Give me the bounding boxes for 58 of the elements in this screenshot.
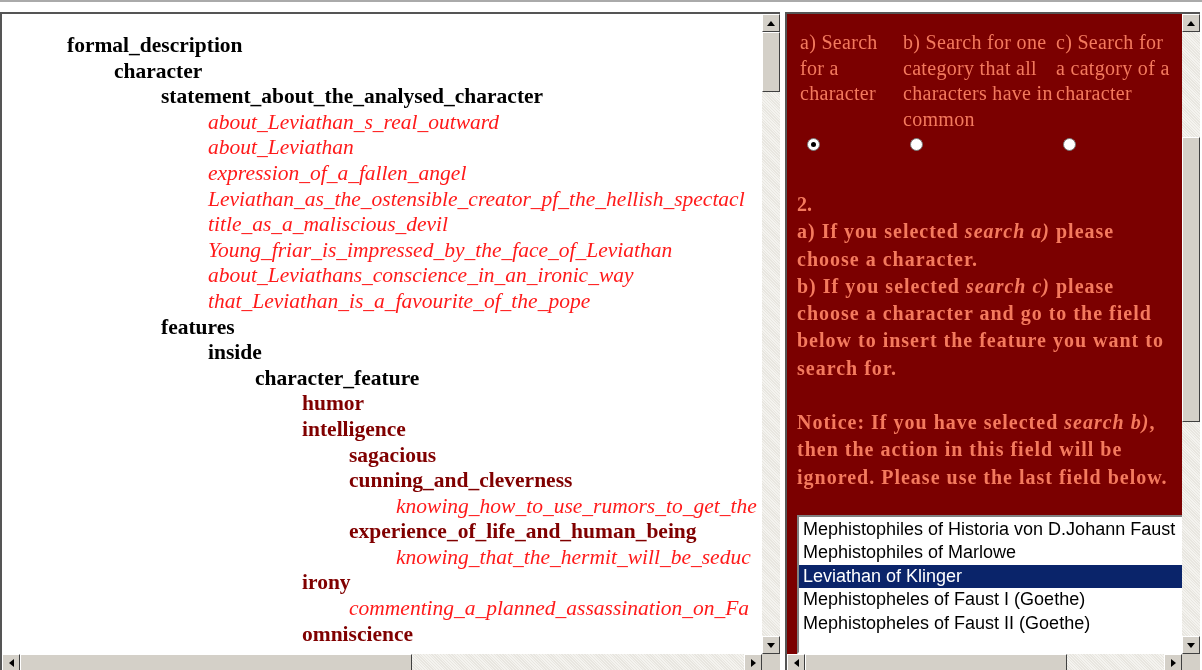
scroll-up-icon[interactable]: [767, 20, 775, 26]
tree-statement: commenting_a_planned_assassination_on_Fa: [349, 596, 750, 621]
scroll-left-icon[interactable]: [8, 659, 14, 667]
tree-category: irony: [302, 570, 351, 595]
scroll-up-icon[interactable]: [1187, 20, 1195, 26]
instruction-text: b) If you selected search c) please choose a character and go to the field below to insert the feature you want to search for.: [797, 273, 1165, 381]
tree-heading: statement_about_the_analysed_character: [161, 84, 544, 109]
tree-statement: that_Leviathan_is_a_favourite_of_the_pope: [208, 288, 591, 313]
tree-statement: about_Leviathans_conscience_in_an_ironic_way: [208, 263, 634, 288]
tree-category: intelligence: [302, 416, 406, 441]
scrollbar-corner: [1182, 654, 1200, 670]
radio-button[interactable]: [1063, 138, 1076, 151]
tree-statement: title_as_a_maliscious_devil: [208, 212, 449, 237]
option-label: c) Search for a catgory of a character: [1056, 30, 1171, 106]
tree-statement: knowing_that_the_hermit_will_be_seduc: [396, 544, 751, 569]
radio-button[interactable]: [807, 138, 820, 151]
scroll-thumb[interactable]: [20, 654, 412, 670]
tree-category: humor: [302, 391, 365, 416]
step-number: 2.: [797, 192, 813, 217]
scrollbar-corner: [762, 654, 780, 670]
scroll-right-icon[interactable]: [1170, 659, 1176, 667]
list-item[interactable]: Leviathan of Klinger: [799, 564, 1182, 589]
tree-heading: inside: [208, 340, 262, 365]
character-listbox[interactable]: Mephistophiles of Historia von D.Johann Faust Mephistophiles of Marlowe Leviathan of Klinger Mephistopheles of Faust I (Goethe) Mephistopheles of Faust II (Goethe): [797, 514, 1182, 654]
list-item[interactable]: Mephistophiles of Marlowe: [799, 541, 1182, 565]
tree-category: sagacious: [349, 442, 437, 467]
vertical-scrollbar[interactable]: [1182, 14, 1200, 654]
tree-heading: character_feature: [255, 365, 420, 390]
tree-statement: expression_of_a_fallen_angel: [208, 160, 467, 185]
scroll-down-icon[interactable]: [1187, 642, 1195, 648]
tree-heading: formal_description: [67, 33, 243, 57]
list-item[interactable]: Mephistophiles of Historia von D.Johann Faust: [799, 517, 1182, 542]
notice-text: Notice: If you have selected search b), then the action in this field will be ignored. Please use the last field below.: [797, 410, 1169, 491]
tree-category: experience_of_life_and_human_being: [349, 519, 697, 544]
tree-category: cunning_and_cleverness: [349, 468, 573, 493]
vertical-scrollbar[interactable]: [762, 14, 780, 654]
tree-statement: about_Leviathan_s_real_outward: [208, 109, 500, 134]
horizontal-scrollbar[interactable]: [787, 654, 1200, 670]
tree-statement: Leviathan_as_the_ostensible_creator_pf_the_hellish_spectacl: [208, 186, 745, 211]
tree-category: omniscience: [302, 621, 414, 646]
instruction-text: a) If you selected search a) please choose a character.: [797, 219, 1116, 272]
scroll-down-icon[interactable]: [767, 642, 775, 648]
scroll-thumb[interactable]: [805, 654, 1067, 670]
scroll-left-icon[interactable]: [793, 659, 799, 667]
tree-heading: features: [161, 314, 235, 339]
list-item[interactable]: Mephistopheles of Faust II (Goethe): [799, 611, 1182, 636]
tree-statement: knowing_how_to_use_rumors_to_get_the: [396, 493, 757, 518]
tree-statement: about_Leviathan: [208, 135, 354, 160]
radio-button[interactable]: [910, 138, 923, 151]
option-label: b) Search for one category that all characters have in common: [903, 30, 1053, 132]
scroll-thumb[interactable]: [762, 32, 780, 92]
tree-heading: character: [114, 58, 203, 83]
scroll-thumb[interactable]: [1182, 137, 1200, 422]
option-label: a) Search for a character: [800, 30, 879, 106]
scroll-right-icon[interactable]: [750, 659, 756, 667]
list-item[interactable]: Mephistopheles of Faust I (Goethe): [799, 588, 1182, 612]
tree-statement: Young_friar_is_impressed_by_the_face_of_Leviathan: [208, 237, 673, 262]
horizontal-scrollbar[interactable]: [2, 654, 780, 670]
